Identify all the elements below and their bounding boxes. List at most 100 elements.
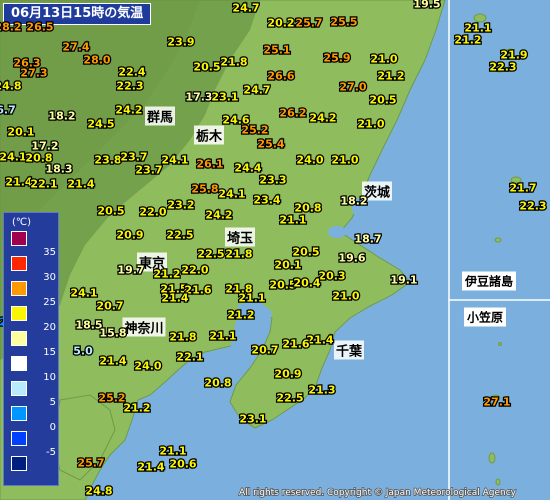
temperature-reading: 23.2 — [166, 198, 196, 212]
temperature-reading: 20.9 — [273, 367, 303, 381]
temperature-reading: 24.5 — [86, 117, 116, 131]
temperature-reading: 24.0 — [133, 359, 163, 373]
legend-swatch — [11, 381, 27, 396]
temperature-reading: 28.0 — [82, 53, 112, 67]
temperature-reading: 20.7 — [95, 299, 125, 313]
temperature-reading: 24.8 — [84, 484, 114, 498]
temperature-reading: 24.1 — [160, 153, 190, 167]
legend-swatch — [11, 281, 27, 296]
temperature-reading: 25.7 — [76, 456, 106, 470]
temperature-map: 06月13日15時の気温 群馬栃木茨城埼玉東京神奈川千葉伊豆諸島小笠原 28.2… — [0, 0, 550, 500]
temperature-reading: 18.7 — [353, 232, 383, 246]
temperature-reading: 21.8 — [168, 330, 198, 344]
temperature-reading: 20.8 — [203, 376, 233, 390]
temperature-reading: 24.0 — [295, 153, 325, 167]
temperature-reading: 23.7 — [134, 163, 164, 177]
temperature-reading: 24.1 — [69, 286, 99, 300]
temperature-reading: 24.7 — [242, 83, 272, 97]
temperature-reading: 23.9 — [166, 35, 196, 49]
temperature-reading: 24.1 — [217, 187, 247, 201]
prefecture-label: 千葉 — [333, 340, 365, 360]
temperature-reading: 23.4 — [252, 193, 282, 207]
temperature-reading: 6.7 — [0, 103, 17, 117]
temperature-reading: 24.1 — [0, 150, 28, 164]
temperature-reading: 24.2 — [204, 208, 234, 222]
legend-level-label: 0 — [49, 422, 56, 433]
legend-level-label: 35 — [43, 247, 56, 258]
temperature-reading: 21.6 — [281, 337, 311, 351]
legend-swatch — [11, 256, 27, 271]
temperature-reading: 22.1 — [175, 350, 205, 364]
temperature-reading: 21.7 — [508, 181, 538, 195]
temperature-reading: 22.5 — [196, 247, 226, 261]
legend-level-label: 15 — [43, 347, 56, 358]
temperature-reading: 21.0 — [331, 289, 361, 303]
temperature-reading: 22.0 — [180, 263, 210, 277]
temperature-reading: 21.2 — [453, 33, 483, 47]
temperature-reading: 25.5 — [329, 15, 359, 29]
legend-swatch — [11, 231, 27, 246]
temperature-reading: 21.0 — [330, 153, 360, 167]
temperature-reading: 27.3 — [19, 66, 49, 80]
temperature-reading: 20.9 — [115, 228, 145, 242]
temperature-reading: 21.1 — [208, 329, 238, 343]
island-group-label: 小笠原 — [463, 307, 507, 327]
temperature-reading: 20.2 — [266, 16, 296, 30]
temperature-reading: 25.2 — [97, 391, 127, 405]
prefecture-label: 神奈川 — [122, 317, 166, 337]
island-group-label: 伊豆諸島 — [461, 271, 517, 291]
temperature-reading: 24.7 — [231, 1, 261, 15]
temperature-reading: 26.5 — [25, 20, 55, 34]
temperature-reading: 18.2 — [47, 109, 77, 123]
temperature-reading: 22.0 — [138, 205, 168, 219]
temperature-reading: 23.1 — [238, 412, 268, 426]
temperature-reading: 20.5 — [192, 60, 222, 74]
temperature-reading: 25.4 — [256, 137, 286, 151]
temperature-reading: 21.9 — [499, 48, 529, 62]
temperature-reading: 20.5 — [368, 93, 398, 107]
legend-swatch — [11, 306, 27, 321]
temperature-reading: 24.8 — [0, 79, 23, 93]
temperature-reading: 25.2 — [240, 123, 270, 137]
legend-level-label: 10 — [43, 372, 56, 383]
temperature-reading: 20.1 — [6, 125, 36, 139]
temperature-reading: 23.8 — [93, 153, 123, 167]
temperature-reading: 24.2 — [114, 103, 144, 117]
temperature-reading: 21.3 — [307, 383, 337, 397]
temperature-reading: 26.2 — [278, 106, 308, 120]
temperature-reading: 23.7 — [119, 150, 149, 164]
prefecture-label: 群馬 — [144, 106, 176, 126]
temperature-reading: 19.6 — [337, 251, 367, 265]
temperature-reading: 17.2 — [30, 139, 60, 153]
legend-swatch — [11, 356, 27, 371]
temperature-reading: 20.3 — [317, 269, 347, 283]
temperature-reading: 21.0 — [356, 117, 386, 131]
temperature-reading: 21.4 — [160, 291, 190, 305]
temperature-reading: 27.0 — [338, 80, 368, 94]
temperature-reading: 21.2 — [376, 69, 406, 83]
temperature-reading: 19.7 — [116, 263, 146, 277]
temperature-reading: 21.2 — [226, 308, 256, 322]
temperature-reading: 20.8 — [293, 201, 323, 215]
temperature-reading: 27.1 — [482, 395, 512, 409]
temperature-reading: 24.4 — [233, 161, 263, 175]
temperature-reading: 26.1 — [195, 157, 225, 171]
izu-islands — [473, 13, 522, 486]
prefecture-label: 埼玉 — [224, 227, 256, 247]
legend-level-label: 5 — [49, 397, 56, 408]
legend-swatch — [11, 431, 27, 446]
temperature-reading: 25.1 — [262, 43, 292, 57]
temperature-reading: 21.4 — [98, 354, 128, 368]
temperature-reading: 20.5 — [291, 245, 321, 259]
legend-level-label: 25 — [43, 297, 56, 308]
temperature-reading: 21.8 — [224, 247, 254, 261]
temperature-reading: 23.3 — [258, 173, 288, 187]
temperature-reading: 22.5 — [275, 391, 305, 405]
legend-level-label: 30 — [43, 272, 56, 283]
legend-swatch — [11, 406, 27, 421]
temperature-reading: 20.7 — [250, 343, 280, 357]
temperature-reading: 22.3 — [115, 79, 145, 93]
temperature-reading: 21.1 — [278, 213, 308, 227]
temperature-reading: 24.2 — [308, 111, 338, 125]
temperature-reading: 20.5 — [96, 204, 126, 218]
